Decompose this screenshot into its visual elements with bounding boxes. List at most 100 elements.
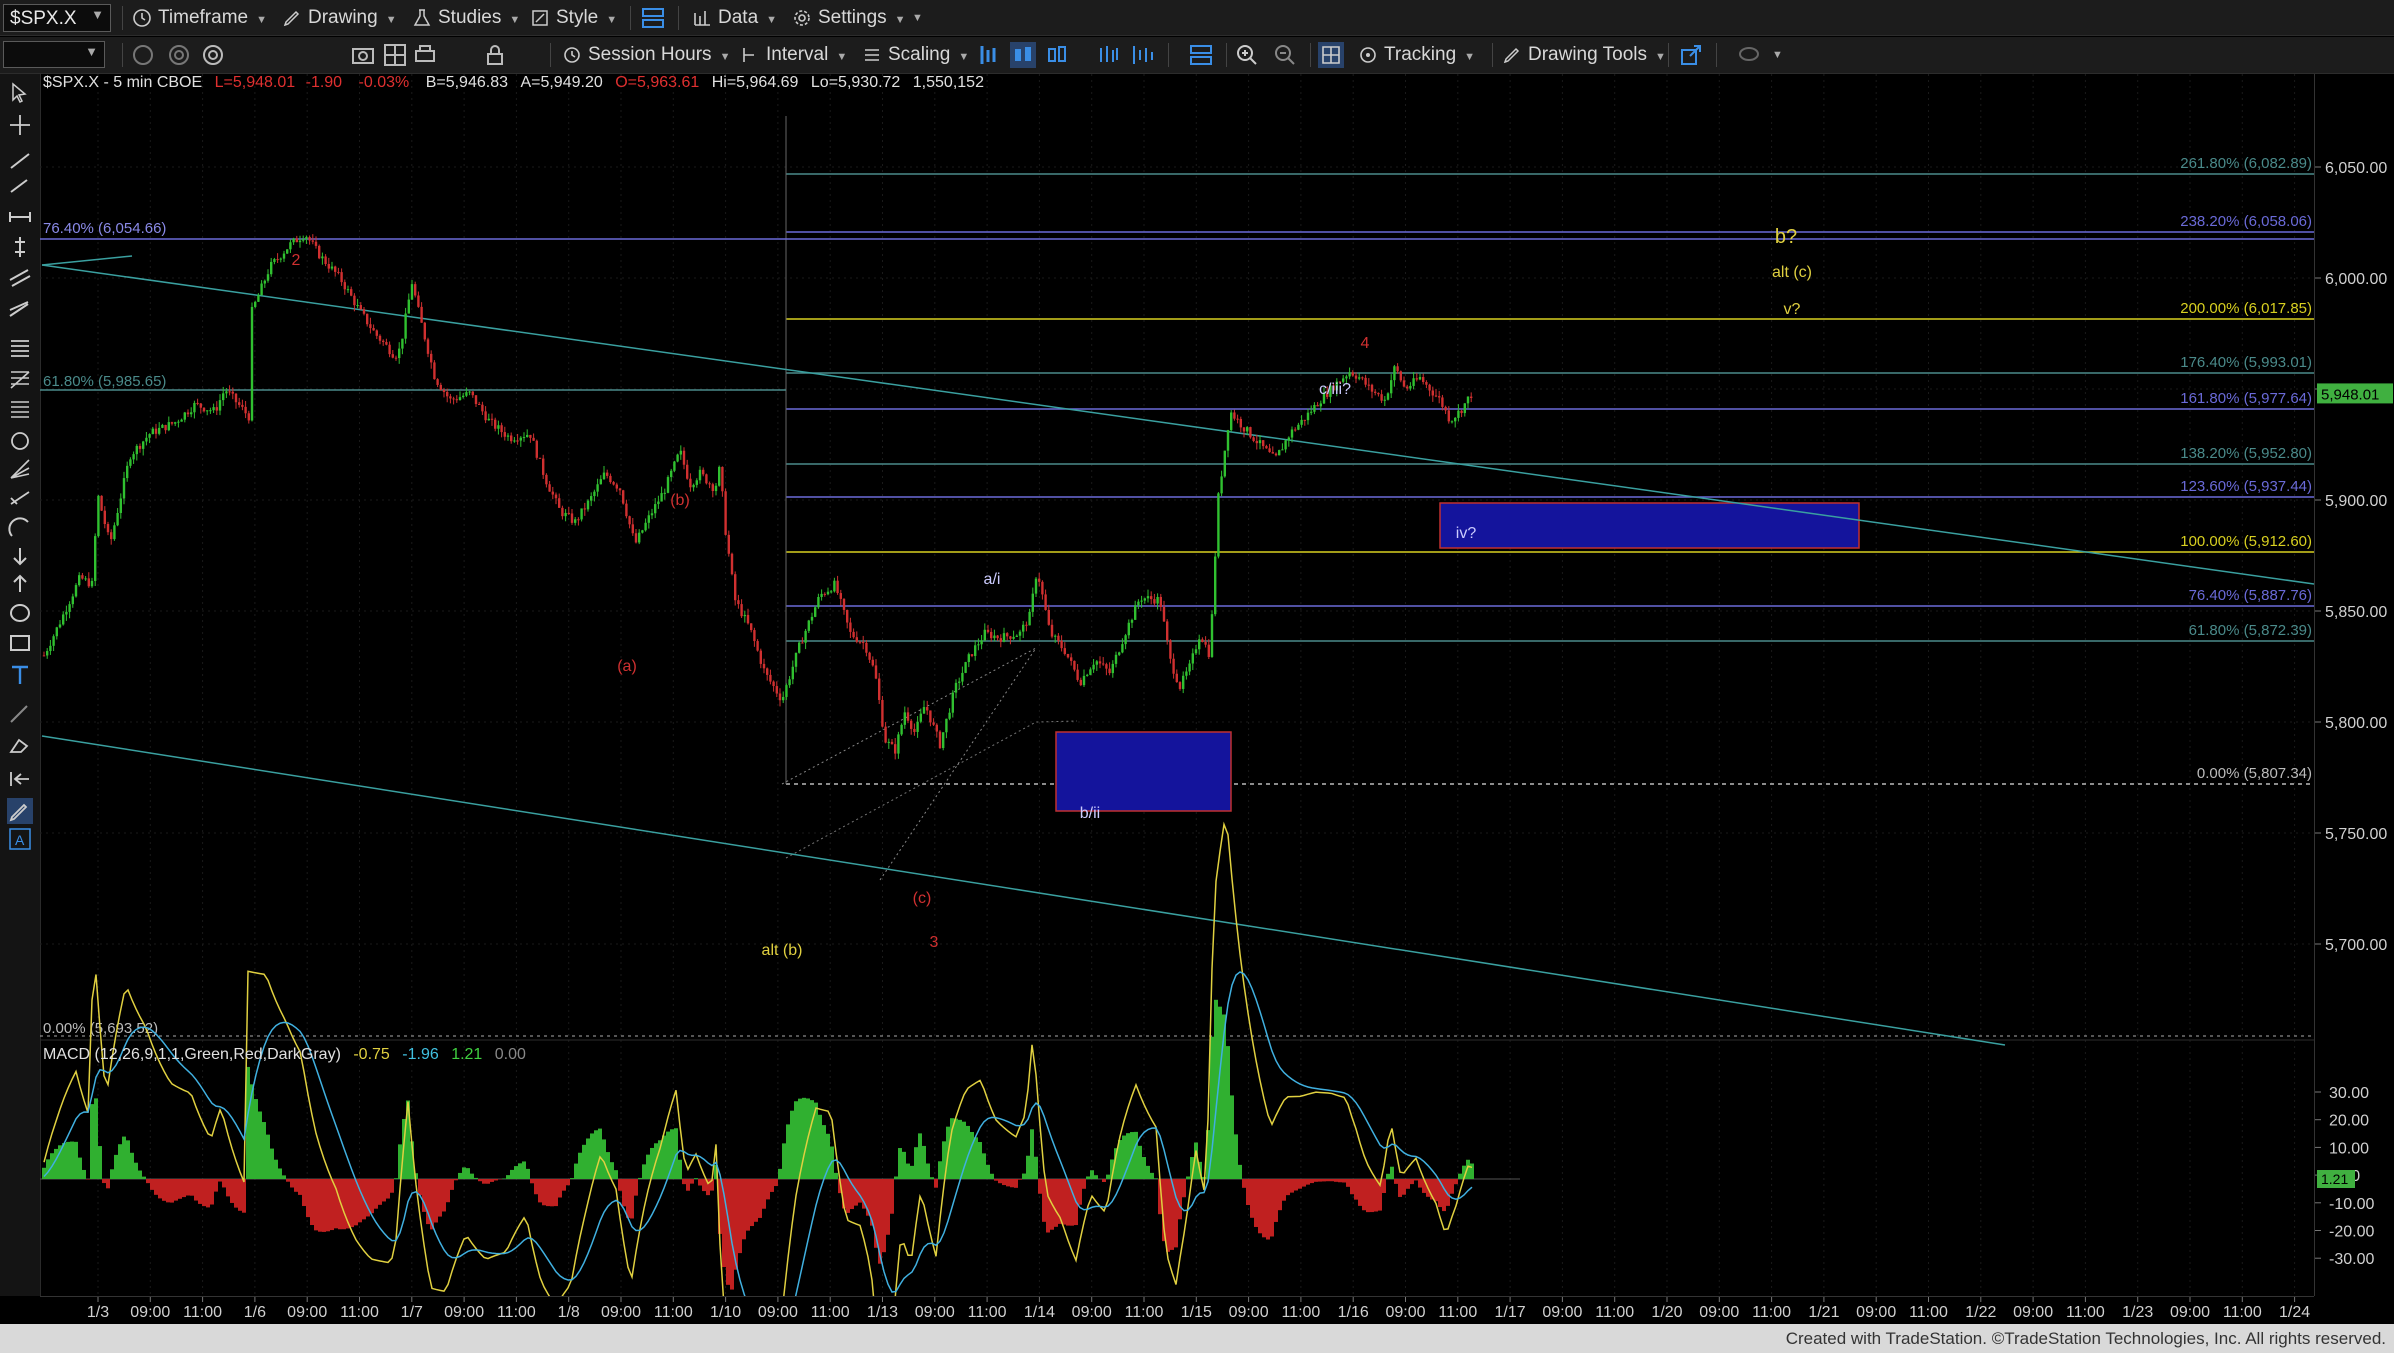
layout-icon[interactable]: [640, 5, 666, 31]
arc-icon[interactable]: [7, 516, 33, 542]
target-box-iv: [1439, 502, 1860, 549]
macd-histogram-bar: [1390, 1166, 1394, 1179]
candle-body: [625, 503, 628, 517]
move-left-icon[interactable]: [7, 766, 33, 792]
candle-body: [1102, 663, 1105, 665]
session-hours-menu[interactable]: Session Hours ▼: [562, 41, 730, 69]
zoom-out-icon[interactable]: [1272, 42, 1298, 68]
arrow-down-icon[interactable]: [7, 544, 33, 570]
price-axis[interactable]: 6,100.006,050.006,000.005,950.005,900.00…: [2314, 74, 2394, 1296]
line-chart-icon[interactable]: [1130, 42, 1156, 68]
vertical-line-icon[interactable]: [7, 234, 33, 260]
candle-body: [1268, 448, 1271, 453]
wave-labels: 2 (b) (a) (c) 3 alt (b) a/i b/ii c/iii? 4 iv? b? alt…: [292, 226, 1812, 959]
caret-down-icon: ▼: [385, 14, 397, 26]
ruler-icon[interactable]: [7, 702, 33, 728]
crosshair-icon[interactable]: [7, 112, 33, 138]
candle-body: [308, 237, 311, 241]
drawing-tools-menu[interactable]: Drawing Tools ▼: [1502, 41, 1666, 69]
studies-menu[interactable]: Studies ▼: [412, 4, 520, 32]
trend-channel: [41, 255, 2314, 1046]
candle-body: [1060, 640, 1063, 649]
candle-body: [1319, 403, 1322, 407]
trendline-icon[interactable]: [7, 148, 33, 174]
candle-body: [327, 264, 330, 269]
more-caret-icon[interactable]: ▼: [912, 4, 923, 32]
horizontal-line-icon[interactable]: [7, 204, 33, 230]
fib-retracement-icon[interactable]: [7, 336, 33, 362]
candle-body: [874, 665, 878, 679]
candle-body: [1012, 636, 1015, 639]
gann-icon[interactable]: [7, 428, 33, 454]
hollow-candle-icon[interactable]: [1044, 42, 1070, 68]
rectangle-icon[interactable]: [7, 630, 33, 656]
lock-icon[interactable]: [482, 42, 508, 68]
channel-icon[interactable]: [7, 264, 33, 290]
drawing-menu[interactable]: Drawing ▼: [282, 4, 397, 32]
macd-histogram-bar: [142, 1176, 146, 1179]
macd-histogram-bar: [926, 1163, 930, 1179]
camera-icon[interactable]: [350, 42, 376, 68]
macd-histogram-bar: [62, 1143, 66, 1179]
ray-icon[interactable]: [7, 172, 33, 198]
cursor-icon[interactable]: [7, 80, 33, 106]
candle-body: [663, 492, 666, 494]
export-icon[interactable]: [1678, 42, 1704, 68]
crosshair-grid-icon[interactable]: [1318, 42, 1344, 68]
price-chart[interactable]: 261.80% (6,082.89) 238.20% (6,058.06) 200.…: [40, 74, 2314, 1296]
refresh-icon[interactable]: [200, 42, 226, 68]
zoom-in-icon[interactable]: [1234, 42, 1260, 68]
candle-body: [193, 402, 196, 413]
data-menu[interactable]: Data ▼: [692, 4, 777, 32]
time-axis[interactable]: 1/3 09:00 11:00 1/6 09:00 11:00 1/7 09:00 11:00 1…: [40, 1296, 2314, 1325]
chevron-down-icon[interactable]: ▼: [91, 7, 104, 22]
link-icon[interactable]: [130, 42, 156, 68]
ellipse-icon[interactable]: [7, 600, 33, 626]
high: Hi=5,964.69: [711, 74, 799, 91]
fib-extension-icon[interactable]: [7, 366, 33, 392]
time-tick-label: 09:00: [758, 1304, 798, 1321]
pen-icon[interactable]: [7, 798, 33, 824]
text-icon[interactable]: [7, 662, 33, 688]
candle-body: [209, 410, 212, 412]
scaling-menu[interactable]: Scaling ▼: [862, 41, 969, 69]
grid-icon[interactable]: [382, 42, 408, 68]
symbol-input[interactable]: $SPX.X ▼: [3, 4, 111, 32]
candle-body: [436, 379, 439, 385]
time-tick-label: 09:00: [1856, 1304, 1896, 1321]
candle-body: [1009, 636, 1012, 639]
candle-body: [257, 295, 260, 302]
eraser-icon[interactable]: [7, 732, 33, 758]
print-icon[interactable]: [412, 42, 438, 68]
tracking-menu[interactable]: Tracking ▼: [1358, 41, 1475, 69]
workspace-select[interactable]: ▼: [3, 41, 105, 68]
macd-histogram-bar: [554, 1179, 558, 1207]
style-menu[interactable]: Style ▼: [530, 4, 617, 32]
pitchfork-icon[interactable]: [7, 296, 33, 322]
candlestick-icon[interactable]: [1010, 42, 1036, 68]
candle-body: [106, 524, 110, 533]
sync-icon[interactable]: [166, 42, 192, 68]
annotation-text-icon[interactable]: A: [7, 826, 33, 852]
more-caret-icon[interactable]: ▼: [1772, 41, 1783, 69]
arrow-up-icon[interactable]: [7, 570, 33, 596]
candle-body: [778, 693, 782, 701]
regression-icon[interactable]: [7, 484, 33, 510]
settings-menu[interactable]: Settings ▼: [792, 4, 906, 32]
chevron-down-icon[interactable]: ▼: [85, 44, 98, 59]
speed-lines-icon[interactable]: [7, 456, 33, 482]
interval-menu[interactable]: Interval ▼: [740, 41, 847, 69]
macd-histogram-bar: [770, 1179, 774, 1192]
candle-body: [900, 724, 903, 735]
timeframe-menu[interactable]: Timeframe ▼: [132, 4, 267, 32]
bar-style-icon[interactable]: [976, 42, 1002, 68]
candle-body: [1377, 392, 1380, 395]
time-tick-label: 09:00: [1699, 1304, 1739, 1321]
macd-histogram-bar: [930, 1177, 934, 1179]
candle-body: [1204, 641, 1207, 645]
chat-icon[interactable]: [1736, 42, 1762, 68]
ohlc-icon[interactable]: [1096, 42, 1122, 68]
time-tick-label: 1/7: [401, 1304, 423, 1321]
split-view-icon[interactable]: [1188, 42, 1214, 68]
fib-time-icon[interactable]: [7, 396, 33, 422]
